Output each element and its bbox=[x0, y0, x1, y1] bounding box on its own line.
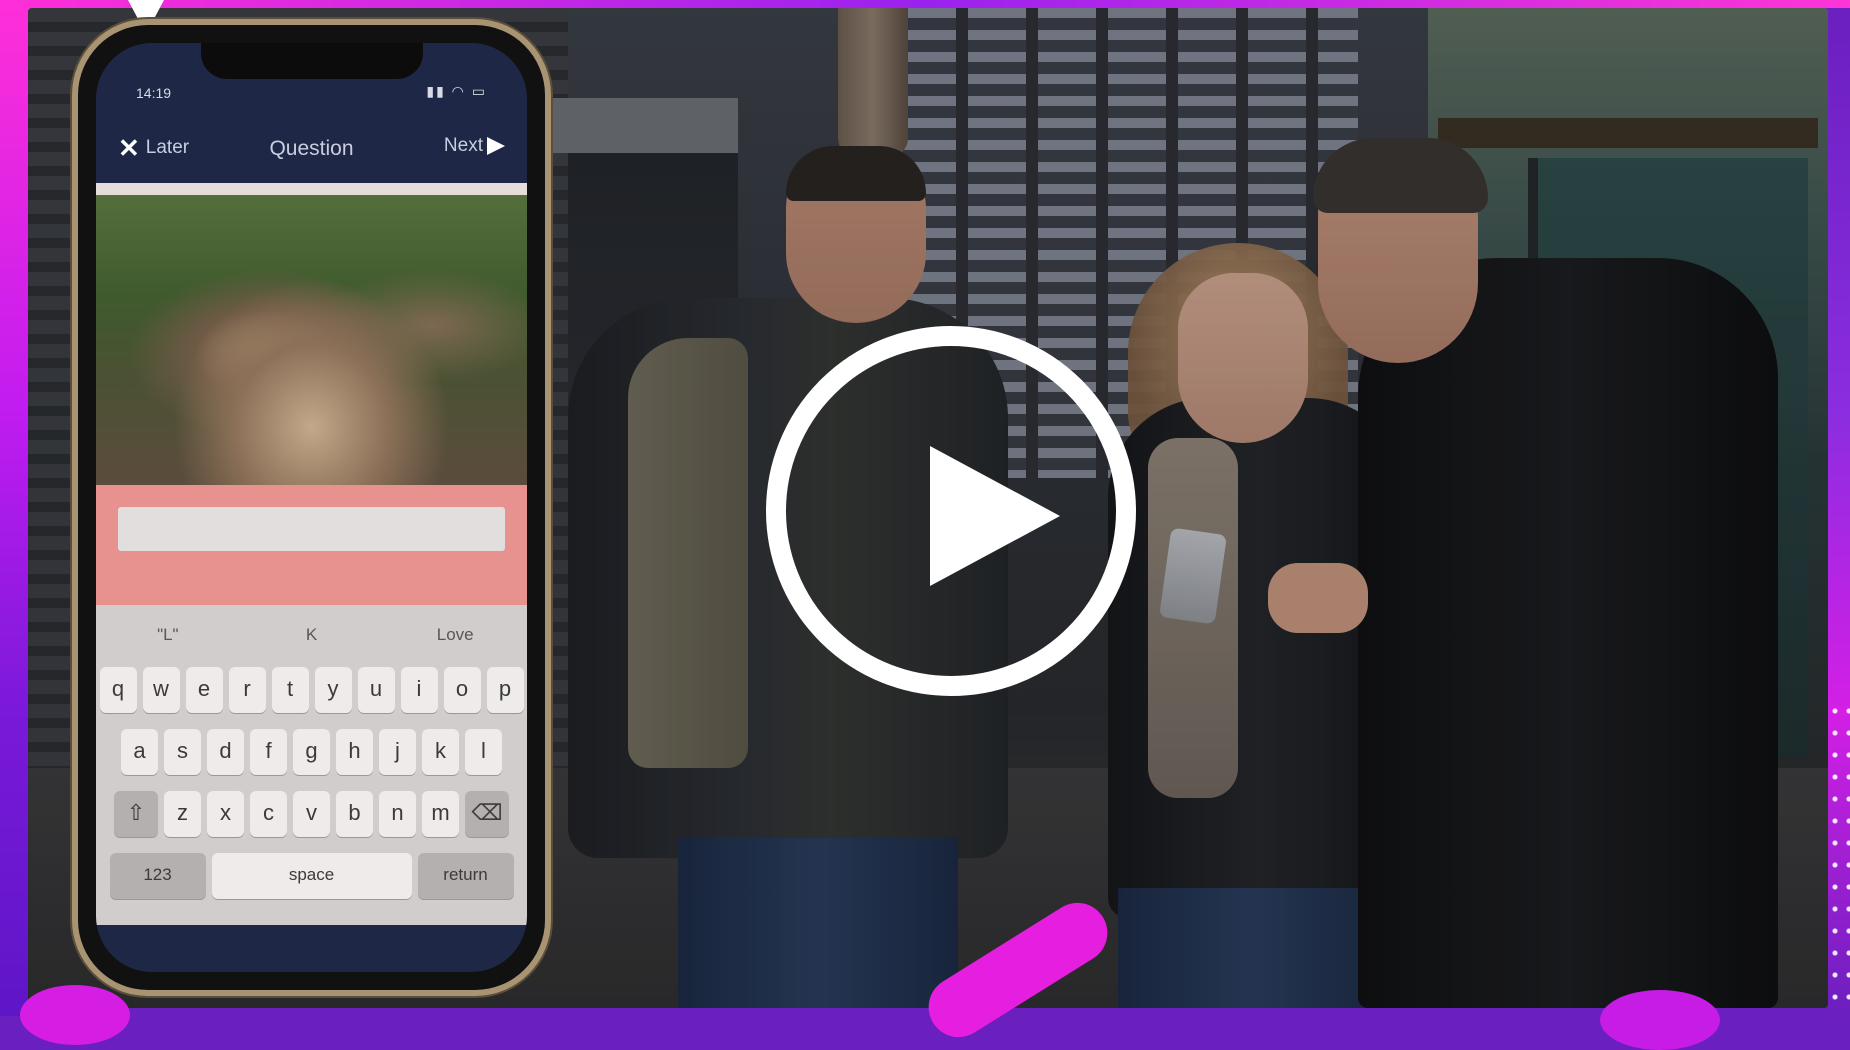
key-m[interactable]: m bbox=[422, 791, 459, 837]
key-b[interactable]: b bbox=[336, 791, 373, 837]
status-time: 14:19 bbox=[136, 85, 172, 101]
return-key[interactable]: return bbox=[417, 853, 514, 899]
key-z[interactable]: z bbox=[164, 791, 201, 837]
suggestion-3[interactable]: Love bbox=[383, 617, 527, 653]
suggestion-1[interactable]: "L" bbox=[96, 617, 240, 653]
key-y[interactable]: y bbox=[314, 667, 352, 713]
key-h[interactable]: h bbox=[336, 729, 373, 775]
key-r[interactable]: r bbox=[228, 667, 266, 713]
key-c[interactable]: c bbox=[250, 791, 287, 837]
home-bar-area bbox=[96, 925, 527, 972]
key-t[interactable]: t bbox=[271, 667, 309, 713]
key-p[interactable]: p bbox=[486, 667, 524, 713]
keyboard: "L" K Love q w e r t y u i o p a s d f g… bbox=[96, 605, 527, 925]
arrow-right-icon bbox=[487, 137, 505, 155]
keyboard-row-3: ⇧ z x c v b n m ⌫ bbox=[96, 791, 527, 837]
key-d[interactable]: d bbox=[207, 729, 244, 775]
key-u[interactable]: u bbox=[357, 667, 395, 713]
phone-screen: 14:19 ▮▮ ◠ ▭ ✕ Later Question Next "L" K… bbox=[96, 43, 527, 972]
key-a[interactable]: a bbox=[121, 729, 158, 775]
delete-icon[interactable]: ⌫ bbox=[465, 791, 509, 837]
next-button[interactable]: Next bbox=[444, 135, 505, 157]
key-k[interactable]: k bbox=[422, 729, 459, 775]
key-v[interactable]: v bbox=[293, 791, 330, 837]
phone-notch bbox=[201, 43, 423, 79]
blob-decoration-right bbox=[1600, 990, 1720, 1050]
frame-accent-top bbox=[0, 0, 1850, 8]
blob-decoration-left bbox=[20, 985, 130, 1045]
key-o[interactable]: o bbox=[443, 667, 481, 713]
key-j[interactable]: j bbox=[379, 729, 416, 775]
statue-photo bbox=[96, 195, 527, 485]
next-label: Next bbox=[443, 135, 483, 156]
phone-mockup: 14:19 ▮▮ ◠ ▭ ✕ Later Question Next "L" K… bbox=[78, 25, 545, 990]
key-s[interactable]: s bbox=[164, 729, 201, 775]
keyboard-row-1: q w e r t y u i o p bbox=[96, 667, 527, 713]
key-g[interactable]: g bbox=[293, 729, 330, 775]
photo-caption-strip bbox=[96, 183, 527, 195]
key-f[interactable]: f bbox=[250, 729, 287, 775]
keyboard-row-4: 123 space return bbox=[96, 853, 527, 899]
key-q[interactable]: q bbox=[99, 667, 137, 713]
shift-icon[interactable]: ⇧ bbox=[114, 791, 158, 837]
key-i[interactable]: i bbox=[400, 667, 438, 713]
status-icons: ▮▮ ◠ ▭ bbox=[426, 83, 487, 99]
key-w[interactable]: w bbox=[142, 667, 180, 713]
play-icon bbox=[930, 446, 1060, 586]
answer-input[interactable] bbox=[118, 507, 505, 551]
keyboard-row-2: a s d f g h j k l bbox=[96, 729, 527, 775]
key-x[interactable]: x bbox=[207, 791, 244, 837]
keyboard-suggestions: "L" K Love bbox=[96, 617, 527, 653]
question-navbar: ✕ Later Question Next bbox=[96, 115, 527, 183]
key-n[interactable]: n bbox=[379, 791, 416, 837]
answer-area bbox=[96, 485, 527, 605]
space-key[interactable]: space bbox=[211, 853, 412, 899]
play-button[interactable] bbox=[766, 326, 1136, 696]
dots-decoration bbox=[1828, 700, 1850, 1016]
key-l[interactable]: l bbox=[465, 729, 502, 775]
suggestion-2[interactable]: K bbox=[240, 617, 384, 653]
key-e[interactable]: e bbox=[185, 667, 223, 713]
numbers-key[interactable]: 123 bbox=[109, 853, 206, 899]
